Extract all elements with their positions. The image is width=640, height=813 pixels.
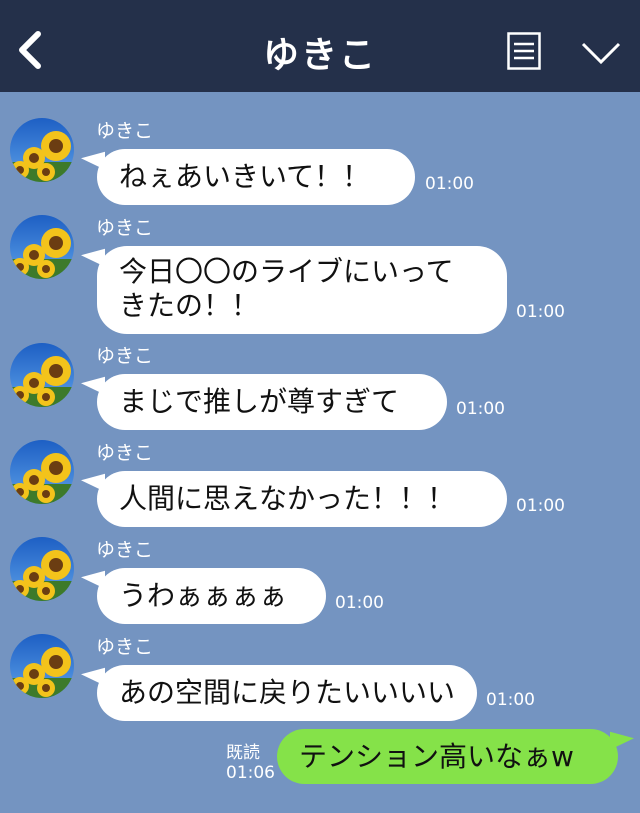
message-time: 01:00	[486, 690, 535, 710]
message-time: 01:00	[456, 399, 505, 419]
sunflower-avatar-icon[interactable]	[10, 118, 74, 182]
sender-name: ゆきこ	[96, 217, 154, 239]
message-bubble[interactable]: うわぁぁぁぁ	[97, 568, 326, 624]
message-time: 01:00	[516, 302, 565, 322]
sender-name: ゆきこ	[96, 345, 154, 367]
read-label: 既読	[226, 743, 260, 763]
sender-name: ゆきこ	[96, 120, 154, 142]
message-text: あの空間に戻りたいいいい	[119, 676, 456, 709]
message-bubble[interactable]: まじで推しが尊すぎて	[97, 374, 447, 430]
sent-time: 01:06	[226, 763, 275, 783]
message-text: まじで推しが尊すぎて	[119, 385, 400, 418]
sunflower-avatar-icon[interactable]	[10, 440, 74, 504]
message-bubble[interactable]: 今日〇〇のライブにいって きたの！！	[97, 246, 507, 334]
message-text: うわぁぁぁぁ	[119, 579, 288, 612]
message-bubble[interactable]: 人間に思えなかった！！！	[97, 471, 507, 527]
sunflower-avatar-icon[interactable]	[10, 343, 74, 407]
sunflower-avatar-icon[interactable]	[10, 215, 74, 279]
message-bubble[interactable]: ねぇあいきいて！！	[97, 149, 415, 205]
sender-name: ゆきこ	[96, 539, 154, 561]
my-message-bubble[interactable]: テンション高いなぁw	[277, 729, 618, 784]
read-receipt: 既読 01:06	[226, 743, 275, 783]
sender-name: ゆきこ	[96, 442, 154, 464]
chat-title: ゆきこ	[262, 35, 377, 76]
sunflower-avatar-icon[interactable]	[10, 537, 74, 601]
message-text: 人間に思えなかった！！！	[119, 482, 456, 515]
message-time: 01:00	[335, 593, 384, 613]
message-text: きたの！！	[119, 289, 260, 322]
message-bubble[interactable]: あの空間に戻りたいいいい	[97, 665, 477, 721]
menu-icon[interactable]	[507, 32, 541, 70]
message-time: 01:00	[425, 174, 474, 194]
chevron-down-icon[interactable]	[580, 40, 622, 66]
message-time: 01:00	[516, 496, 565, 516]
message-text: 今日〇〇のライブにいって	[119, 255, 454, 288]
chat-header: ゆきこ	[0, 0, 640, 92]
sender-name: ゆきこ	[96, 636, 154, 658]
message-text: ねぇあいきいて！！	[119, 160, 371, 193]
sunflower-avatar-icon[interactable]	[10, 634, 74, 698]
